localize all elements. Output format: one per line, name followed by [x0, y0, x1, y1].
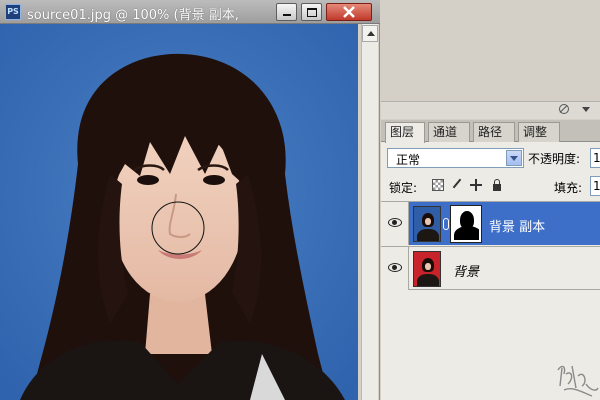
no-entry-icon[interactable] — [559, 104, 569, 114]
maximize-button[interactable] — [301, 3, 322, 21]
layer-name: 背景 副本 — [489, 220, 546, 235]
fill-label: 填充: — [554, 181, 583, 195]
opacity-label: 不透明度: — [528, 152, 581, 166]
document-title: source01.jpg @ 100% (背景 副本, — [27, 8, 239, 23]
link-chain-icon[interactable] — [443, 218, 449, 230]
photoshop-app-icon: PS — [5, 4, 21, 20]
tab-adjustments[interactable]: 调整 — [518, 122, 560, 142]
lock-transparency-icon[interactable] — [432, 179, 444, 191]
scroll-up-arrow-icon[interactable] — [362, 25, 378, 42]
layer-thumbnail — [413, 206, 441, 242]
tab-paths[interactable]: 路径 — [473, 122, 515, 142]
layer-row-background[interactable]: 背景 — [381, 246, 600, 290]
portrait-photo — [0, 24, 358, 400]
maximize-icon — [307, 8, 317, 17]
layer-name: 背景 — [453, 265, 480, 280]
tab-channels[interactable]: 通道 — [428, 122, 470, 142]
layer-mask-thumbnail[interactable] — [450, 205, 482, 243]
layer-visibility-toggle[interactable] — [381, 247, 409, 290]
chevron-down-icon[interactable] — [506, 150, 522, 166]
lock-label: 锁定: — [389, 181, 418, 195]
layer-thumbnail — [413, 251, 441, 287]
blend-mode-select[interactable]: 正常 — [387, 148, 524, 168]
collapsed-panel-strip — [381, 101, 600, 119]
opacity-input[interactable]: 1 — [590, 148, 600, 168]
blend-mode-value: 正常 — [396, 153, 421, 167]
minimize-icon — [283, 14, 291, 16]
layer-visibility-toggle[interactable] — [381, 202, 409, 245]
lock-position-move-icon[interactable] — [470, 179, 482, 191]
panel-tab-row: 图层 通道 路径 调整 — [381, 120, 600, 143]
eye-icon — [388, 218, 402, 227]
vertical-scrollbar[interactable] — [361, 24, 378, 400]
layer-row-background-copy[interactable]: 背景 副本 — [381, 201, 600, 245]
document-window: PS source01.jpg @ 100% (背景 副本, — [0, 0, 380, 400]
handwritten-watermark — [557, 365, 599, 397]
eye-icon — [388, 263, 402, 272]
close-icon — [343, 6, 355, 18]
lock-pixels-brush-icon[interactable] — [450, 179, 462, 191]
tab-layers[interactable]: 图层 — [385, 122, 425, 143]
image-canvas[interactable] — [0, 24, 358, 400]
panel-menu-arrow-icon[interactable] — [582, 107, 590, 112]
close-button[interactable] — [326, 3, 372, 21]
minimize-button[interactable] — [276, 3, 297, 21]
lock-all-icon[interactable] — [491, 179, 503, 191]
document-title-bar[interactable]: PS source01.jpg @ 100% (背景 副本, — [0, 0, 380, 24]
fill-input[interactable]: 1 — [590, 176, 600, 196]
